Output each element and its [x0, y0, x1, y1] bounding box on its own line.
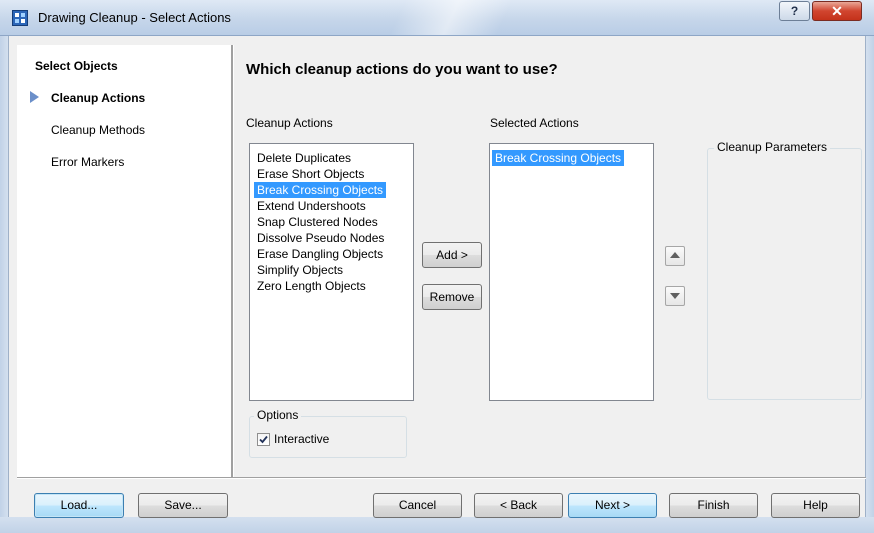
interactive-label-text: Interactive	[274, 432, 330, 446]
step-error-markers[interactable]: Error Markers	[51, 155, 124, 169]
remove-button[interactable]: Remove	[422, 284, 482, 310]
nav-divider	[231, 45, 234, 477]
selected-actions-label: Selected Actions	[490, 116, 579, 130]
cleanup-parameters-label: Cleanup Parameters	[714, 140, 831, 154]
window-frame-right	[866, 0, 874, 533]
remove-button-label: Remove	[429, 290, 475, 304]
step-cleanup-methods[interactable]: Cleanup Methods	[51, 123, 145, 137]
list-item-selected[interactable]: Break Crossing Objects	[492, 150, 625, 166]
next-button[interactable]: Next >	[568, 493, 657, 518]
selected-actions-list[interactable]: Break Crossing Objects	[489, 143, 654, 401]
cancel-button[interactable]: Cancel	[373, 493, 462, 518]
move-up-button[interactable]	[665, 246, 685, 266]
interactive-label[interactable]: Interactive	[274, 432, 329, 446]
window-title: Drawing Cleanup - Select Actions	[38, 10, 231, 25]
cleanup-actions-list[interactable]: Delete Duplicates Erase Short Objects Br…	[249, 143, 414, 401]
title-bar-glare	[330, 0, 570, 35]
arrow-up-icon	[670, 252, 680, 258]
list-item[interactable]: Erase Short Objects	[254, 166, 367, 182]
list-item[interactable]: Dissolve Pseudo Nodes	[254, 230, 387, 246]
window-frame-left	[0, 0, 8, 533]
load-button[interactable]: Load...	[34, 493, 124, 518]
close-icon[interactable]: ✕	[812, 1, 862, 21]
move-down-button[interactable]	[665, 286, 685, 306]
interactive-checkbox[interactable]	[257, 433, 270, 446]
step-cleanup-actions[interactable]: Cleanup Actions	[51, 91, 145, 105]
list-item[interactable]: Snap Clustered Nodes	[254, 214, 381, 230]
page-title: Which cleanup actions do you want to use…	[246, 61, 558, 78]
finish-button[interactable]: Finish	[669, 493, 758, 518]
help-icon[interactable]: ?	[779, 1, 810, 21]
current-step-arrow-icon	[30, 91, 39, 103]
checkmark-icon	[259, 435, 268, 444]
wizard-steps-panel: Select Objects Cleanup Actions Cleanup M…	[17, 45, 231, 477]
list-item[interactable]: Simplify Objects	[254, 262, 346, 278]
add-button[interactable]: Add >	[422, 242, 482, 268]
list-item[interactable]: Erase Dangling Objects	[254, 246, 386, 262]
help-button[interactable]: Help	[771, 493, 860, 518]
back-button[interactable]: < Back	[474, 493, 563, 518]
list-item[interactable]: Delete Duplicates	[254, 150, 354, 166]
list-item[interactable]: Extend Undershoots	[254, 198, 369, 214]
window-frame-bottom	[0, 517, 874, 533]
app-icon	[12, 10, 28, 26]
list-item[interactable]: Zero Length Objects	[254, 278, 369, 294]
save-button[interactable]: Save...	[138, 493, 228, 518]
arrow-down-icon	[670, 293, 680, 299]
footer-divider	[17, 477, 866, 479]
cleanup-parameters-group	[707, 148, 862, 400]
step-select-objects[interactable]: Select Objects	[35, 59, 118, 73]
options-label: Options	[254, 408, 302, 422]
cleanup-actions-label: Cleanup Actions	[246, 116, 333, 130]
list-item-selected[interactable]: Break Crossing Objects	[254, 182, 387, 198]
